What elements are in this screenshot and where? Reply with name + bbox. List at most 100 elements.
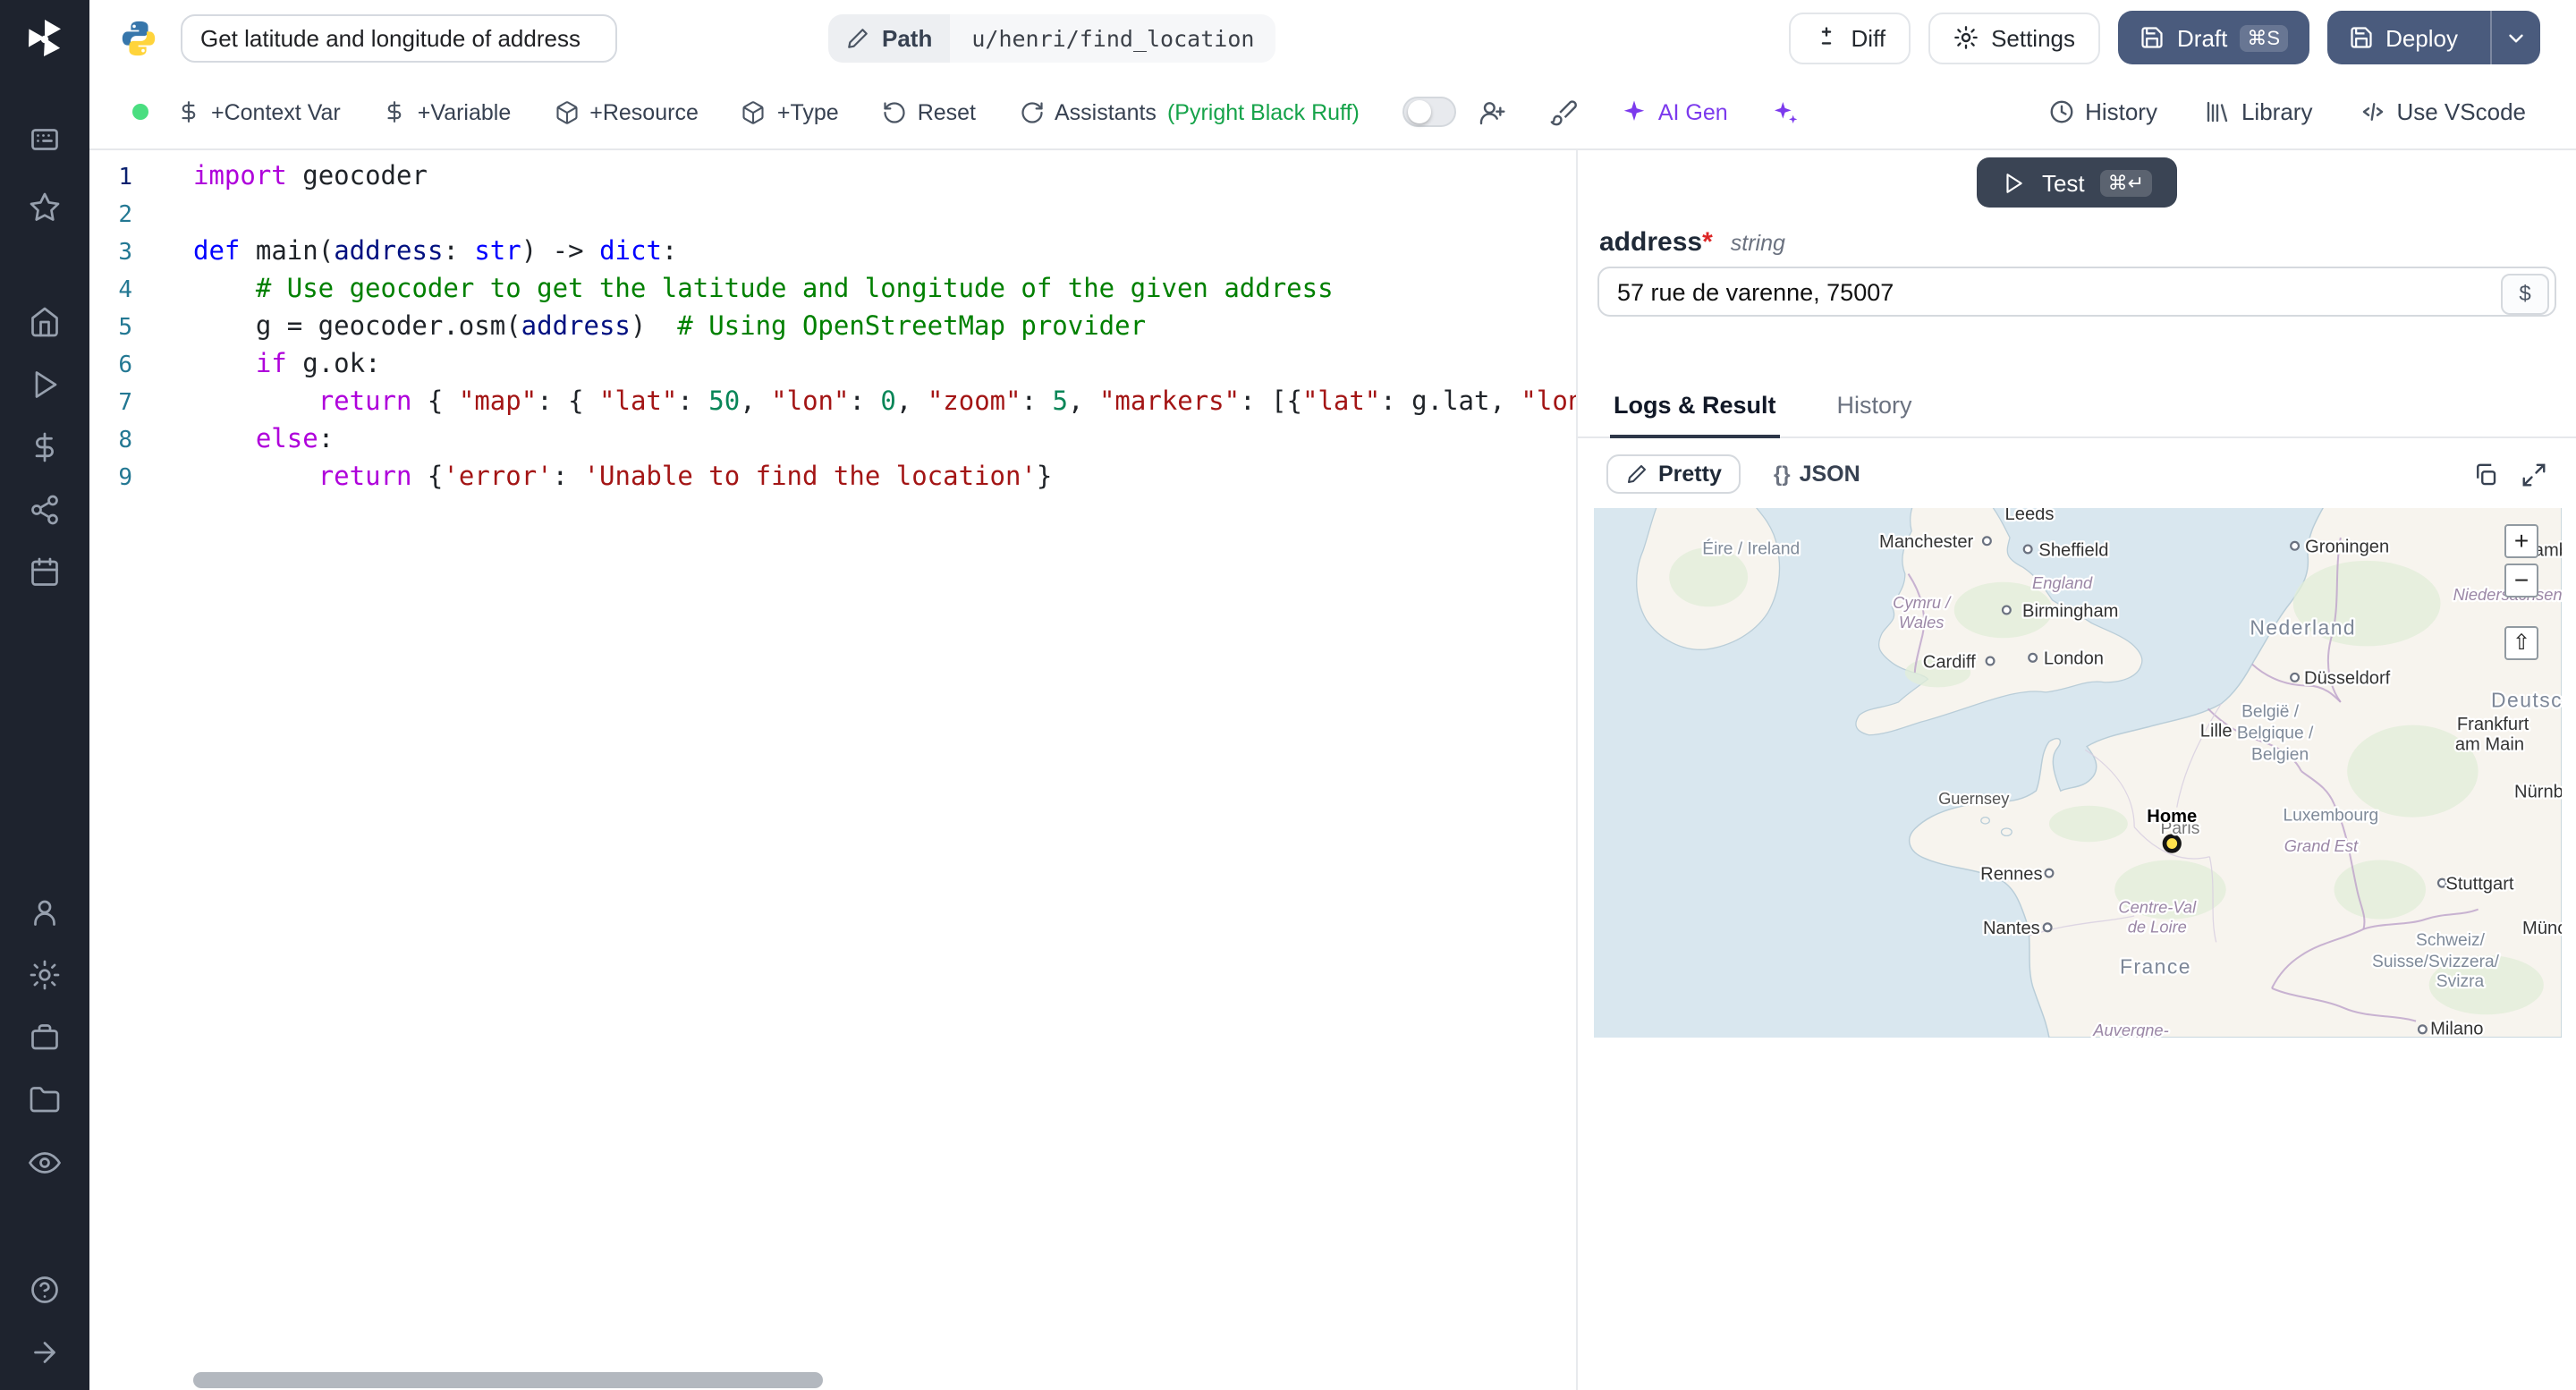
map-label: Belgien: [2251, 745, 2309, 764]
code-line[interactable]: 8 else:: [89, 422, 1576, 460]
pretty-view-button[interactable]: Pretty: [1606, 454, 1741, 494]
home-marker-icon[interactable]: [2162, 834, 2182, 853]
chevron-down-icon: [2504, 26, 2528, 49]
users-icon[interactable]: [29, 896, 61, 928]
insert-variable-button[interactable]: $: [2501, 273, 2549, 314]
add-variable-button[interactable]: +Variable: [384, 99, 511, 124]
path-control[interactable]: Path u/henri/find_location: [828, 13, 1276, 62]
map-label: England: [2032, 573, 2093, 592]
map-label: Stuttgart: [2445, 874, 2513, 894]
map-label: Rennes: [1980, 864, 2042, 884]
line-number: 7: [118, 390, 132, 417]
result-view-row: Pretty {} JSON: [1578, 454, 2576, 494]
test-shortcut: ⌘↵: [2100, 169, 2152, 196]
code-line[interactable]: 2: [89, 197, 1576, 234]
city-dot: [2042, 922, 2053, 933]
runs-play-icon[interactable]: [29, 369, 61, 401]
line-number: 5: [118, 315, 132, 342]
copy-icon[interactable]: [2472, 461, 2499, 487]
line-number: 1: [118, 165, 132, 191]
map-label: Nederland: [2250, 616, 2356, 640]
windmill-script-editor: Path u/henri/find_location Diff Settings…: [0, 0, 2576, 1390]
use-vscode-button[interactable]: Use VScode: [2359, 98, 2526, 125]
expand-icon[interactable]: [2521, 461, 2547, 487]
home-icon[interactable]: [29, 306, 61, 338]
address-input[interactable]: [1597, 267, 2556, 317]
apps-panel-icon[interactable]: [29, 123, 61, 156]
map-label: Belgique /: [2237, 724, 2314, 742]
line-number: 8: [118, 428, 132, 454]
code-line[interactable]: 7 return { "map": { "lat": 50, "lon": 0,…: [89, 385, 1576, 422]
argument-row: address* string: [1599, 227, 2555, 258]
editor-hscrollbar[interactable]: [193, 1372, 823, 1388]
code-line[interactable]: 5 g = geocoder.osm(address) # Using Open…: [89, 309, 1576, 347]
tab-logs-result[interactable]: Logs & Result: [1610, 381, 1780, 438]
map-label: Birmingham: [2022, 601, 2118, 621]
toolbar-right: History Library Use VScode: [2047, 98, 2526, 125]
history-button[interactable]: History: [2047, 98, 2157, 125]
result-map[interactable]: Leeds Éire / Ireland Manchester Sheffield En…: [1594, 508, 2562, 1038]
result-tabs: Logs & Result History: [1578, 381, 2576, 438]
map-label: Milano: [2430, 1019, 2483, 1038]
format-brush-icon[interactable]: [1549, 97, 1578, 126]
line-number: 9: [118, 465, 132, 492]
code-line[interactable]: 4 # Use geocoder to get the latitude and…: [89, 272, 1576, 309]
map-label: Schweiz/: [2416, 931, 2486, 950]
reset-button[interactable]: Reset: [882, 99, 976, 124]
settings-button[interactable]: Settings: [1928, 12, 2101, 64]
code-editor[interactable]: 1 import geocoder 2 3 def main(address: str…: [89, 150, 1578, 1390]
city-dot: [2028, 652, 2038, 663]
map-label: Lille: [2200, 722, 2233, 742]
tab-history[interactable]: History: [1834, 381, 1916, 436]
history-clock-icon: [2047, 98, 2074, 125]
save-draft-icon: [2140, 25, 2165, 50]
line-number: 2: [118, 202, 132, 229]
test-button[interactable]: Test ⌘↵: [1977, 157, 2177, 208]
collaborators-icon[interactable]: [1478, 97, 1506, 126]
vscode-icon: [2359, 98, 2385, 125]
code-line[interactable]: 1 import geocoder: [89, 159, 1576, 197]
favorites-star-icon[interactable]: [29, 191, 61, 224]
python-language-icon: [118, 17, 159, 58]
library-button[interactable]: Library: [2204, 98, 2312, 125]
multiplayer-toggle[interactable]: [1402, 97, 1456, 127]
code-line[interactable]: 9 return {'error': 'Unable to find the l…: [89, 460, 1576, 497]
zoom-in-button[interactable]: +: [2504, 524, 2538, 558]
city-dot: [2290, 540, 2301, 551]
pen-icon: [1626, 463, 1648, 485]
add-type-button[interactable]: +Type: [741, 99, 839, 124]
windmill-logo-icon[interactable]: [21, 16, 68, 63]
schedules-calendar-icon[interactable]: [29, 556, 61, 589]
ai-gen-button[interactable]: AI Gen: [1621, 98, 1728, 125]
add-resource-button[interactable]: +Resource: [554, 99, 699, 124]
dollar-icon: [384, 100, 407, 123]
city-dot: [2417, 1024, 2428, 1035]
ai-sparkles-icon[interactable]: [1771, 97, 1800, 126]
code-line[interactable]: 3 def main(address: str) -> dict:: [89, 234, 1576, 272]
braces-icon: {}: [1773, 462, 1791, 487]
audit-eye-icon[interactable]: [29, 1147, 61, 1179]
resources-hub-icon[interactable]: [29, 494, 61, 526]
workspace-settings-gear-icon[interactable]: [29, 959, 61, 991]
map-label: Leeds: [2005, 508, 2055, 524]
deploy-button[interactable]: Deploy: [2326, 11, 2478, 64]
deploy-dropdown-button[interactable]: [2490, 11, 2540, 64]
code-line[interactable]: 6 if g.ok:: [89, 347, 1576, 385]
add-context-var-button[interactable]: +Context Var: [177, 99, 341, 124]
expand-sidebar-arrow-icon[interactable]: [29, 1336, 61, 1369]
variables-dollar-icon[interactable]: [29, 431, 61, 463]
folders-icon[interactable]: [29, 1084, 61, 1116]
map-zoom-controls: + − ⇧: [2504, 524, 2538, 660]
zoom-out-button[interactable]: −: [2504, 564, 2538, 598]
json-view-button[interactable]: {} JSON: [1774, 462, 1860, 487]
ai-wand-icon: [1621, 98, 1648, 125]
city-dot: [1985, 656, 1996, 666]
draft-button[interactable]: Draft ⌘S: [2118, 11, 2309, 64]
result-actions: [2472, 461, 2547, 487]
diff-button[interactable]: Diff: [1788, 12, 1911, 64]
pan-up-button[interactable]: ⇧: [2504, 626, 2538, 660]
workers-briefcase-icon[interactable]: [29, 1021, 61, 1054]
script-title-input[interactable]: [181, 13, 617, 62]
help-icon[interactable]: [29, 1274, 61, 1306]
assistants-button[interactable]: Assistants (Pyright Black Ruff): [1019, 99, 1360, 124]
